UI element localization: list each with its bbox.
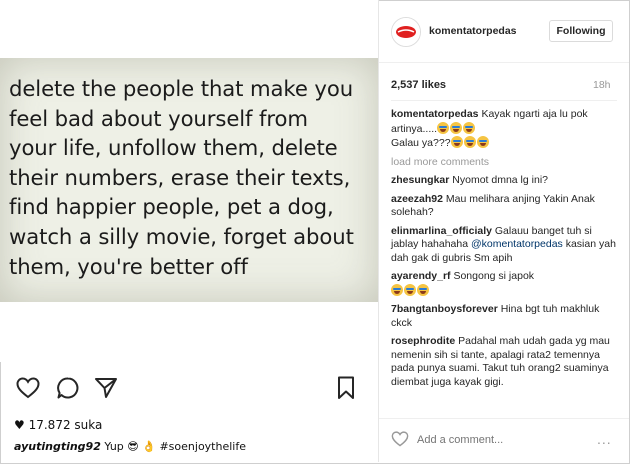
add-comment-input[interactable] [417,434,577,446]
quote-line: delete the people that make you [9,76,354,101]
comment-bar: ... [379,418,629,463]
caption-text: Yup [104,440,124,453]
load-more-comments-link[interactable]: load more comments [391,156,617,170]
laughing-emoji-icon [437,121,450,134]
post-image[interactable]: delete the people that make you feel bad… [0,0,378,362]
quote-line: feel bad about yourself from [9,105,308,131]
like-icon[interactable] [391,431,409,452]
divider [391,100,617,101]
list-item: rosephrodite Padahal mah udah gada yg ma… [391,335,617,389]
comment-username[interactable]: ayarendy_rf [391,270,451,282]
quote-card: delete the people that make you feel bad… [0,58,378,302]
caption-overlay: ayutingting92 Yup 😎 👌 #soenjoythelife [14,440,246,453]
comment-username[interactable]: azeezah92 [391,193,443,205]
list-item: ayarendy_rf Songong si japok [391,270,617,298]
comment-text: Songong si japok [453,270,535,282]
heart-filled-icon: ♥ [14,418,25,432]
avatar[interactable] [391,17,421,47]
side-panel: komentatorpedas Following 2,537 likes 18… [378,0,629,462]
laughing-emoji-icon [450,121,463,134]
laughing-emoji-icon [391,283,403,296]
header-username[interactable]: komentatorpedas [429,25,517,37]
comment-username[interactable]: elinmarlina_officialy [391,225,492,237]
comment-username[interactable]: rosephrodite [391,335,455,347]
likes-count[interactable]: 2,537 likes [391,79,446,91]
list-item: 7bangtanboysforever Hina bgt tuh makhluk… [391,303,617,330]
bookmark-icon[interactable] [332,374,360,402]
comment-text: Galau ya??? [391,137,451,149]
comment-list: komentatorpedas Kayak ngarti aja lu pok … [391,108,617,413]
like-icon[interactable] [14,374,42,402]
comment-username[interactable]: komentatorpedas [391,108,479,120]
post-time[interactable]: 18h [593,79,611,91]
comment-username[interactable]: 7bangtanboysforever [391,303,498,315]
quote-line: their numbers, erase their texts, [9,164,351,190]
laughing-emoji-icon [463,121,476,134]
likes-text: 17.872 suka [28,418,103,432]
quote-line: your life, unfollow them, delete [9,135,338,161]
sunglasses-emoji-icon: 😎 [127,440,139,453]
list-item: azeezah92 Mau melihara anjing Yakin Anak… [391,193,617,220]
laughing-emoji-icon [450,136,463,148]
laughing-emoji-icon [476,136,489,148]
laughing-emoji-icon [463,136,476,148]
laughing-emoji-icon [417,283,429,296]
quote-line: find happier people, pet a dog, [9,194,334,220]
more-options-icon[interactable]: ... [597,431,612,447]
post-header: komentatorpedas Following [379,0,629,63]
share-icon[interactable] [92,374,120,402]
ok-hand-emoji-icon: 👌 [142,440,156,453]
action-bar [0,362,378,412]
mention-link[interactable]: @komentatorpedas [471,238,563,250]
quote-text: delete the people that make you feel bad… [9,74,373,281]
caption-hashtag[interactable]: #soenjoythelife [159,440,246,453]
comment-text: Nyomot dmna lg ini? [452,174,548,186]
following-button[interactable]: Following [549,20,613,42]
comment-username[interactable]: zhesungkar [391,174,449,186]
comment-icon[interactable] [54,374,82,402]
caption-username[interactable]: ayutingting92 [14,440,101,453]
list-item: zhesungkar Nyomot dmna lg ini? [391,174,617,188]
likes-count-overlay: ♥ 17.872 suka [14,418,102,432]
list-item: elinmarlina_officialy Galauu banget tuh … [391,225,617,266]
quote-line: them, you're better off [9,253,248,279]
quote-line: watch a silly movie, forget about [9,223,354,249]
list-item: komentatorpedas Kayak ngarti aja lu pok … [391,108,617,151]
laughing-emoji-icon [404,283,416,296]
